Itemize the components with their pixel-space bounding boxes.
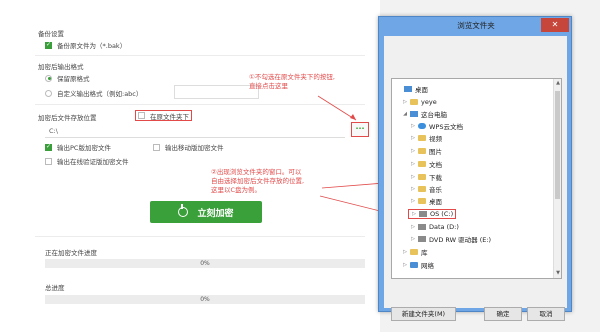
tree-item-libraries[interactable]: ▷ 库 <box>402 247 428 257</box>
ok-button[interactable]: 确定 <box>484 307 522 321</box>
scrollbar-thumb[interactable] <box>555 91 560 199</box>
tree-item-yeye[interactable]: ▷ yeye <box>402 97 437 107</box>
tree-item-c-drive[interactable]: ▷ OS (C:) <box>408 209 457 219</box>
tree-item-documents[interactable]: ▷ 文档 <box>410 159 442 169</box>
expand-arrow-icon: ▷ <box>411 148 415 154</box>
arrow-head <box>350 114 356 120</box>
cloud-icon <box>418 123 426 129</box>
dialog-prompt-area <box>384 36 567 78</box>
folder-tree[interactable]: 桌面 ▷ yeye ◢ 这台电脑 ▷ WPS云文档 ▷ 视频 ▷ 图片 ▷ 文档… <box>391 78 562 279</box>
browse-folder-dialog: 浏览文件夹 ✕ 桌面 ▷ yeye ◢ 这台电脑 ▷ WPS云文档 ▷ 视频 ▷… <box>378 16 572 321</box>
expand-arrow-icon: ▷ <box>412 211 416 217</box>
pc-icon <box>410 111 418 117</box>
folder-icon <box>418 186 426 192</box>
expand-arrow-icon: ▷ <box>411 174 415 180</box>
drive-icon <box>418 224 426 230</box>
scroll-down-arrow-icon[interactable]: ▼ <box>554 270 561 276</box>
library-icon <box>410 249 418 255</box>
expand-arrow-icon: ▷ <box>411 123 415 129</box>
arrow-to-dialog <box>321 182 385 189</box>
tree-scrollbar[interactable]: ▲ ▼ <box>553 79 561 278</box>
collapse-arrow-icon: ◢ <box>403 111 407 117</box>
tree-item-d-drive[interactable]: ▷ Data (D:) <box>410 222 459 232</box>
tree-item-music[interactable]: ▷ 音乐 <box>410 184 442 194</box>
tree-item-pictures[interactable]: ▷ 图片 <box>410 146 442 156</box>
folder-icon <box>418 174 426 180</box>
tree-item-network[interactable]: ▷ 网络 <box>402 260 434 270</box>
new-folder-button[interactable]: 新建文件夹(M) <box>391 307 456 321</box>
tree-item-this-pc[interactable]: ◢ 这台电脑 <box>402 109 447 119</box>
expand-arrow-icon: ▷ <box>403 249 407 255</box>
folder-icon <box>418 161 426 167</box>
network-icon <box>410 262 418 268</box>
tree-item-dvd-drive[interactable]: ▷ DVD RW 驱动器 (E:) <box>410 234 491 244</box>
folder-icon <box>418 198 426 204</box>
drive-icon <box>419 211 427 217</box>
tree-item-desktop[interactable]: 桌面 <box>396 84 428 94</box>
arrow-to-browse-button <box>317 95 357 121</box>
user-folder-icon <box>410 99 418 105</box>
expand-arrow-icon: ▷ <box>411 135 415 141</box>
folder-icon <box>418 148 426 154</box>
tree-item-desktop-folder[interactable]: ▷ 桌面 <box>410 196 442 206</box>
dialog-close-button[interactable]: ✕ <box>541 18 569 32</box>
expand-arrow-icon: ▷ <box>403 262 407 268</box>
dialog-body: 桌面 ▷ yeye ◢ 这台电脑 ▷ WPS云文档 ▷ 视频 ▷ 图片 ▷ 文档… <box>384 36 567 321</box>
folder-icon <box>418 135 426 141</box>
tree-item-downloads[interactable]: ▷ 下载 <box>410 172 442 182</box>
desktop-icon <box>404 86 412 92</box>
tree-item-wps-cloud[interactable]: ▷ WPS云文档 <box>410 121 463 131</box>
tree-item-videos[interactable]: ▷ 视频 <box>410 133 442 143</box>
expand-arrow-icon: ▷ <box>411 224 415 230</box>
expand-arrow-icon: ▷ <box>403 99 407 105</box>
cancel-button[interactable]: 取消 <box>527 307 565 321</box>
dvd-icon <box>418 236 426 242</box>
scroll-up-arrow-icon[interactable]: ▲ <box>554 80 561 86</box>
expand-arrow-icon: ▷ <box>411 161 415 167</box>
expand-arrow-icon: ▷ <box>411 236 415 242</box>
expand-arrow-icon: ▷ <box>411 198 415 204</box>
expand-arrow-icon: ▷ <box>411 186 415 192</box>
